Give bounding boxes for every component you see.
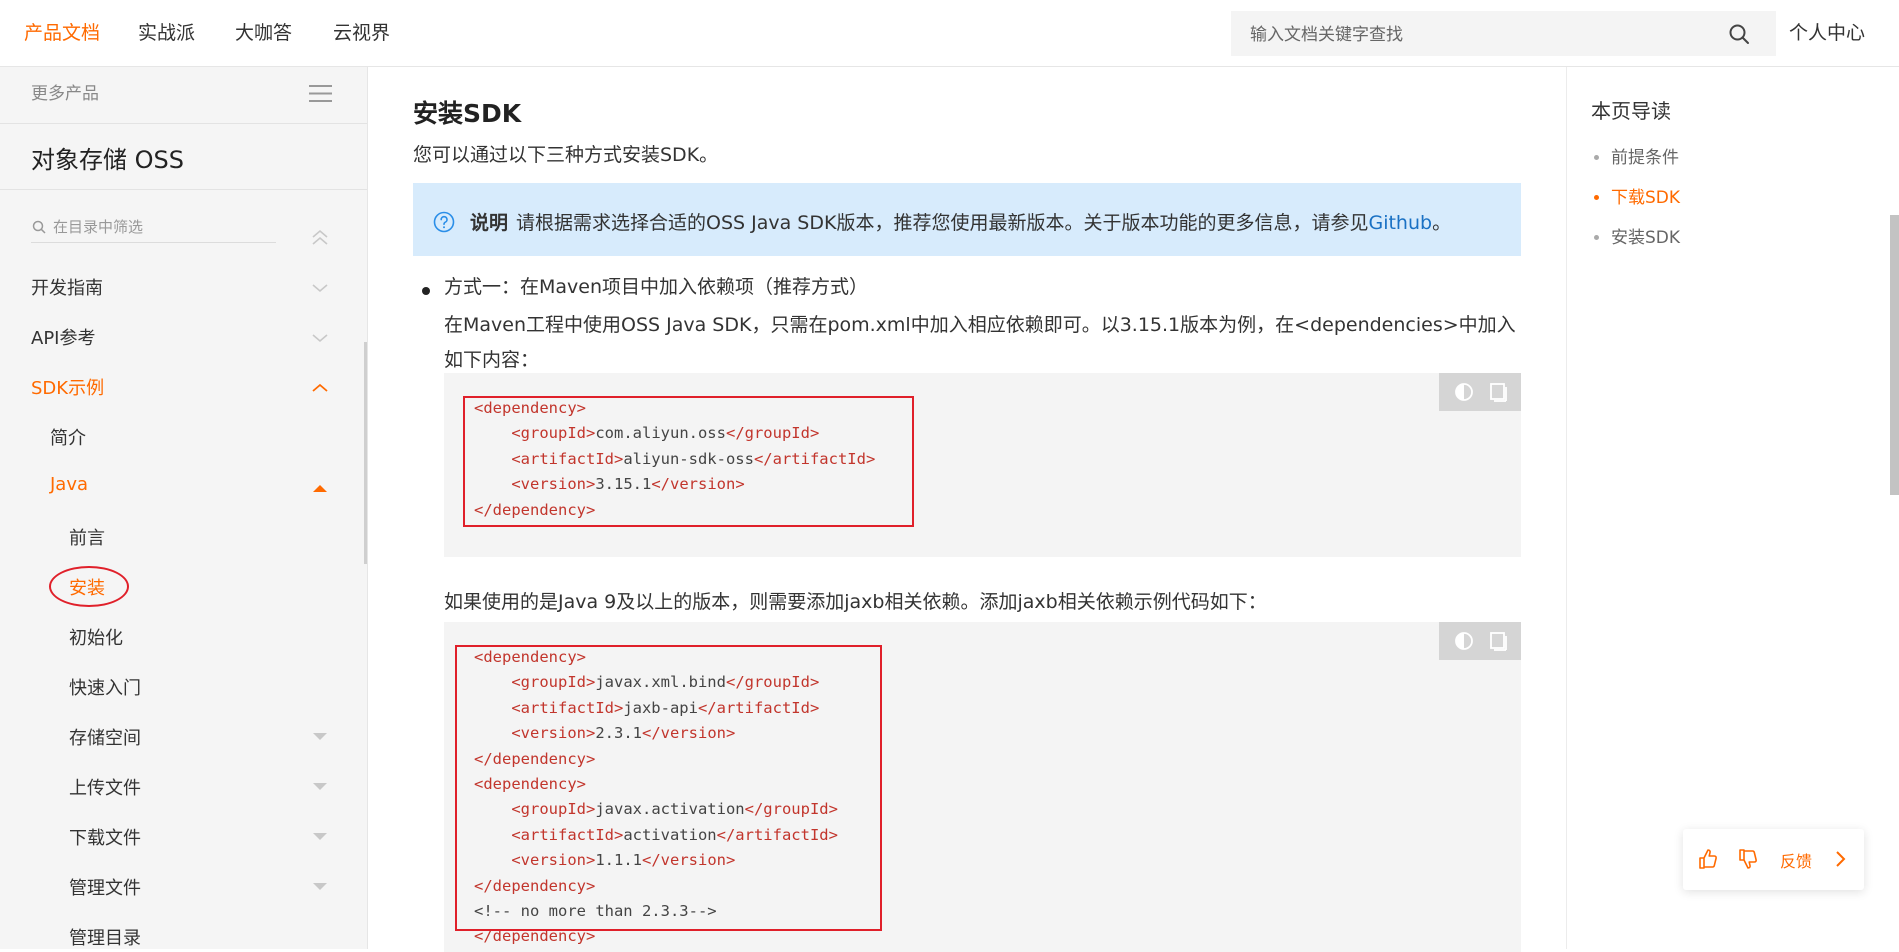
thumbs-up-icon[interactable]: [1696, 847, 1720, 871]
sidebar-item-dev-guide[interactable]: 开发指南: [31, 274, 103, 300]
nav-practice[interactable]: 实战派: [138, 0, 195, 66]
caret-up-icon[interactable]: [313, 485, 327, 492]
nav-expert-answers[interactable]: 大咖答: [235, 0, 292, 66]
copy-icon[interactable]: [1487, 381, 1509, 403]
highlight-circle: [49, 566, 129, 607]
sidebar-item-upload[interactable]: 上传文件: [69, 774, 141, 800]
menu-icon[interactable]: [309, 84, 332, 103]
code-toolbar: [1439, 622, 1521, 660]
caret-down-icon[interactable]: [313, 733, 327, 740]
note-text: 说明 请根据需求选择合适的OSS Java SDK版本，推荐您使用最新版本。关于版…: [470, 208, 1451, 235]
sidebar-item-java[interactable]: Java: [50, 474, 88, 495]
caret-down-icon[interactable]: [313, 883, 327, 890]
theme-toggle-icon[interactable]: [1453, 630, 1475, 652]
note-label: 说明: [470, 212, 509, 234]
top-nav: 产品文档 实战派 大咖答 云视界 个人中心: [0, 0, 1899, 67]
divider: [0, 123, 367, 124]
toc-title: 本页导读: [1591, 99, 1671, 123]
sidebar-item-init[interactable]: 初始化: [69, 624, 123, 650]
sidebar-filter-input[interactable]: [53, 214, 273, 240]
chevron-down-icon[interactable]: [312, 333, 328, 343]
sidebar-item-quick-start[interactable]: 快速入门: [69, 674, 141, 700]
feedback-widget: 反馈: [1683, 829, 1864, 890]
jaxb-instructions: 如果使用的是Java 9及以上的版本，则需要添加jaxb相关依赖。添加jaxb相…: [444, 591, 1267, 613]
caret-down-icon[interactable]: [313, 833, 327, 840]
divider: [0, 189, 367, 190]
bullet-dot: [422, 287, 430, 295]
method-one-heading: 方式一：在Maven项目中加入依赖项（推荐方式）: [444, 276, 869, 298]
chevron-right-icon[interactable]: [1828, 847, 1852, 871]
nav-product-docs[interactable]: 产品文档: [24, 0, 100, 66]
chevron-down-icon[interactable]: [312, 283, 328, 293]
section-heading: 安装SDK: [413, 99, 522, 128]
doc-search: [1231, 11, 1776, 58]
user-center-link[interactable]: 个人中心: [1789, 0, 1865, 66]
sidebar-filter: [31, 214, 276, 243]
sidebar-item-sdk-examples[interactable]: SDK示例: [31, 374, 104, 400]
github-link[interactable]: Github: [1368, 212, 1432, 234]
nav-cloud-vision[interactable]: 云视界: [333, 0, 390, 66]
page-toc: 本页导读 前提条件 下载SDK 安装SDK: [1566, 67, 1899, 949]
maven-instructions: 在Maven工程中使用OSS Java SDK，只需在pom.xml中加入相应依…: [444, 314, 1516, 371]
toc-item-prerequisites[interactable]: 前提条件: [1611, 143, 1679, 168]
sidebar-item-intro[interactable]: 简介: [50, 424, 86, 450]
note-body: 请根据需求选择合适的OSS Java SDK版本，推荐您使用最新版本。关于版本功…: [516, 212, 1369, 234]
toc-dot: [1594, 155, 1599, 160]
sidebar-item-storage-space[interactable]: 存储空间: [69, 724, 141, 750]
copy-icon[interactable]: [1487, 630, 1509, 652]
caret-down-icon[interactable]: [313, 783, 327, 790]
more-products[interactable]: 更多产品: [31, 79, 99, 104]
doc-sidebar: 更多产品 对象存储 OSS 开发指南 API参考 SDK示例 简介 Java 前…: [0, 67, 368, 949]
feedback-button[interactable]: 反馈: [1780, 848, 1812, 872]
filter-search-icon: [32, 220, 46, 234]
sidebar-item-manage-dirs[interactable]: 管理目录: [69, 924, 141, 949]
collapse-all-icon[interactable]: [310, 227, 330, 249]
note-end: 。: [1432, 212, 1452, 234]
page-scrollbar[interactable]: [1890, 215, 1899, 495]
main-content: 安装SDK 您可以通过以下三种方式安装SDK。 说明 请根据需求选择合适的OSS …: [368, 67, 1566, 952]
sidebar-item-api-ref[interactable]: API参考: [31, 324, 95, 350]
product-title[interactable]: 对象存储 OSS: [31, 140, 184, 175]
sidebar-item-download[interactable]: 下载文件: [69, 824, 141, 850]
code-block-jaxb: <dependency> <groupId>javax.xml.bind</gr…: [444, 622, 1521, 952]
highlight-box: [463, 396, 914, 527]
question-circle-icon: [433, 211, 455, 233]
sidebar-item-manage-files[interactable]: 管理文件: [69, 874, 141, 900]
highlight-box: [455, 645, 882, 931]
toc-dot: [1594, 195, 1599, 200]
thumbs-down-icon[interactable]: [1736, 847, 1760, 871]
toc-item-download-sdk[interactable]: 下载SDK: [1611, 183, 1680, 208]
note-box: 说明 请根据需求选择合适的OSS Java SDK版本，推荐您使用最新版本。关于版…: [413, 183, 1521, 256]
search-input[interactable]: [1231, 11, 1732, 58]
search-icon[interactable]: [1728, 23, 1750, 45]
toc-item-install-sdk[interactable]: 安装SDK: [1611, 223, 1680, 248]
chevron-up-icon[interactable]: [312, 383, 328, 393]
theme-toggle-icon[interactable]: [1453, 381, 1475, 403]
toc-dot: [1594, 235, 1599, 240]
code-block-maven: <dependency> <groupId>com.aliyun.oss</gr…: [444, 373, 1521, 557]
sidebar-item-preface[interactable]: 前言: [69, 524, 105, 550]
code-toolbar: [1439, 373, 1521, 411]
intro-text: 您可以通过以下三种方式安装SDK。: [413, 144, 719, 166]
